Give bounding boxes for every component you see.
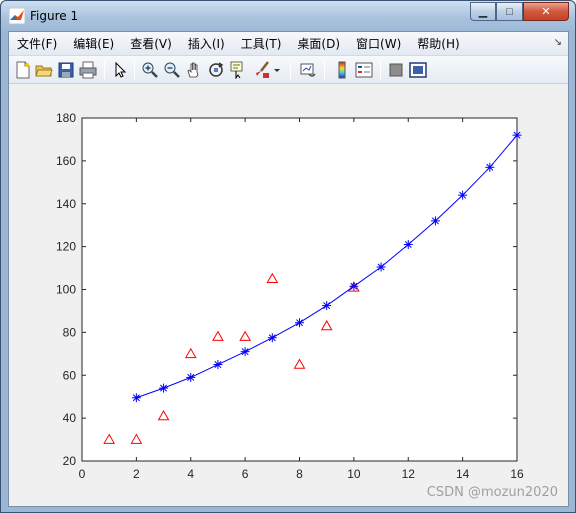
menu-view[interactable]: 查看(V): [122, 33, 180, 55]
fit-point: [159, 383, 169, 393]
pan-hand-icon[interactable]: [184, 60, 204, 80]
y-tick-label: 40: [63, 411, 77, 425]
data-cursor-icon[interactable]: [228, 60, 248, 80]
figure-toolbar: [9, 56, 568, 84]
menu-insert[interactable]: 插入(I): [180, 33, 233, 55]
plot-axes[interactable]: 0 2 4 6 8 10 12 14 16 20 40 60 80 100 120 140 160 180: [9, 85, 568, 506]
brush-icon[interactable]: [252, 60, 272, 80]
matlab-logo-icon: [9, 8, 25, 24]
fit-point: [430, 216, 440, 226]
x-tick-label: 14: [456, 467, 470, 481]
menu-help[interactable]: 帮助(H): [409, 33, 467, 55]
brush-dropdown-icon[interactable]: [272, 60, 282, 80]
y-tick-label: 180: [56, 111, 76, 125]
watermark-text: CSDN @mozun2020: [426, 485, 558, 500]
x-tick-label: 4: [187, 467, 194, 481]
fit-point: [458, 190, 468, 200]
open-file-icon[interactable]: [34, 60, 54, 80]
toolbar-separator: [324, 61, 325, 79]
menu-window[interactable]: 窗口(W): [348, 33, 409, 55]
x-tick-label: 0: [79, 467, 86, 481]
print-icon[interactable]: [78, 60, 98, 80]
dock-arrow-icon[interactable]: ↘: [554, 37, 562, 48]
fit-point: [267, 333, 277, 343]
fit-point: [485, 162, 495, 172]
select-arrow-icon[interactable]: [110, 60, 130, 80]
x-tick-label: 12: [402, 467, 416, 481]
y-tick-label: 100: [56, 283, 76, 297]
y-tick-label: 60: [63, 368, 77, 382]
toolbar-separator: [104, 61, 105, 79]
close-icon: ✕: [541, 6, 551, 18]
axes-background: [82, 118, 517, 461]
fit-point: [295, 318, 304, 328]
y-tick-label: 20: [63, 454, 77, 468]
link-plot-icon[interactable]: [298, 60, 318, 80]
x-tick-label: 16: [510, 467, 524, 481]
figure-client: 文件(F) 编辑(E) 查看(V) 插入(I) 工具(T) 桌面(D) 窗口(W…: [8, 31, 569, 507]
toolbar-separator: [380, 61, 381, 79]
window-title: Figure 1: [30, 9, 79, 23]
fit-point: [349, 281, 359, 291]
fit-point: [322, 301, 332, 311]
close-button[interactable]: ✕: [523, 2, 569, 21]
x-tick-label: 10: [347, 467, 361, 481]
legend-icon[interactable]: [354, 60, 374, 80]
new-figure-icon[interactable]: [13, 60, 33, 80]
minimize-icon: ▁: [478, 6, 488, 18]
menu-bar: 文件(F) 编辑(E) 查看(V) 插入(I) 工具(T) 桌面(D) 窗口(W…: [9, 32, 568, 56]
rotate-3d-icon[interactable]: [206, 60, 226, 80]
x-tick-label: 2: [133, 467, 140, 481]
zoom-out-icon[interactable]: [162, 60, 182, 80]
save-icon[interactable]: [56, 60, 76, 80]
minimize-button[interactable]: ▁: [470, 2, 496, 21]
y-tick-label: 80: [63, 325, 77, 339]
fit-point: [213, 360, 223, 370]
y-tick-label: 140: [56, 197, 76, 211]
title-bar[interactable]: Figure 1 ▁ □ ✕: [1, 1, 575, 31]
maximize-button[interactable]: □: [496, 2, 523, 21]
y-tick-label: 160: [56, 154, 76, 168]
fit-point: [376, 262, 386, 272]
menu-desktop[interactable]: 桌面(D): [289, 33, 348, 55]
figure-window: Figure 1 ▁ □ ✕ 文件(F) 编辑(E) 查看(V) 插入(I) 工…: [0, 0, 576, 513]
menu-tools[interactable]: 工具(T): [233, 33, 290, 55]
fit-point: [403, 239, 413, 249]
maximize-icon: □: [506, 5, 513, 18]
menu-file[interactable]: 文件(F): [9, 33, 65, 55]
fit-point: [240, 347, 250, 357]
x-tick-label: 8: [296, 467, 303, 481]
x-tick-label: 6: [242, 467, 249, 481]
toolbar-separator: [290, 61, 291, 79]
menu-edit[interactable]: 编辑(E): [65, 33, 122, 55]
show-plot-tools-icon[interactable]: [408, 60, 428, 80]
figure-canvas: 0 2 4 6 8 10 12 14 16 20 40 60 80 100 120 140 160 180 CSD…: [9, 85, 568, 506]
colorbar-icon[interactable]: [332, 60, 352, 80]
toolbar-separator: [134, 61, 135, 79]
hide-plot-tools-icon[interactable]: [386, 60, 406, 80]
zoom-in-icon[interactable]: [140, 60, 160, 80]
fit-point: [131, 393, 141, 403]
fit-point: [186, 372, 196, 382]
y-tick-label: 120: [56, 240, 76, 254]
